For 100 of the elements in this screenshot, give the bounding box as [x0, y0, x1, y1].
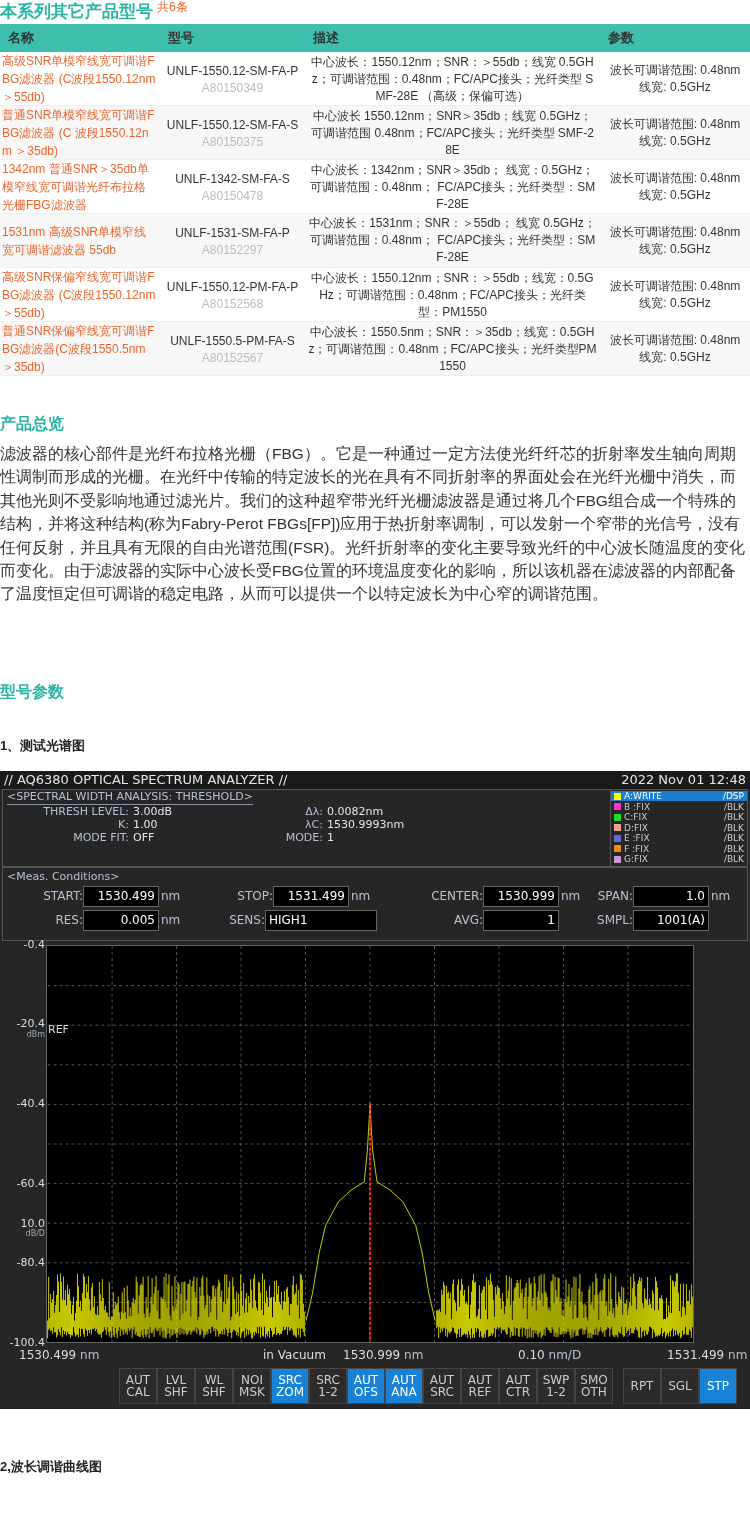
run-key-button[interactable]: STP — [699, 1367, 737, 1404]
parameter-label: K: — [117, 817, 129, 831]
condition-value-field[interactable]: 0.005 — [83, 909, 159, 931]
model-number: UNLF-1550.12-SM-FA-S — [166, 117, 299, 134]
unit-label: nm — [710, 888, 732, 906]
section-heading: 型号参数 — [0, 681, 65, 702]
x-tick-label: 1530.499 nm — [19, 1346, 100, 1363]
y-tick-label: -100.4 — [9, 1336, 45, 1349]
soft-key-button[interactable]: NOI MSK — [233, 1367, 271, 1404]
condition-value-field[interactable]: 1.0 — [633, 885, 709, 907]
condition-label: SPAN: — [596, 888, 633, 906]
column-header: 名称 — [7, 29, 35, 48]
medium-label: in Vacuum — [263, 1346, 326, 1363]
condition-value-field[interactable]: 1001(A) — [633, 909, 709, 931]
product-name-link[interactable]: 1342nm 普通SNR＞35db单模窄线宽可调谐光纤布拉格光栅FBG滤波器 — [0, 160, 160, 214]
parameter-label: MODE: — [284, 830, 323, 844]
soft-key-button[interactable]: AUT REF — [461, 1367, 499, 1404]
soft-key-button[interactable]: SRC ZOM — [271, 1367, 309, 1404]
product-name-link[interactable]: 高级SNR保偏窄线宽可调谐FBG滤波器 (C波段1550.12nm ＞55db) — [0, 268, 160, 322]
parameter-value: OFF — [133, 830, 156, 844]
unit-label: nm — [560, 888, 582, 906]
subheading: 1、测试光谱图 — [0, 736, 87, 755]
soft-key-button[interactable]: AUT CAL — [119, 1367, 157, 1404]
section-heading: 产品总览 — [0, 414, 65, 434]
parameter-text: 线宽: 0.5GHz — [639, 240, 711, 258]
y-scale-label: 10.0 — [20, 1217, 45, 1230]
parameter-text: 线宽: 0.5GHz — [639, 187, 711, 204]
trace-legend-item[interactable]: D:FIX /BLK — [611, 822, 747, 833]
count-label: 共6条 — [157, 0, 188, 14]
soft-key-button[interactable]: SMO OTH — [575, 1367, 613, 1404]
unit-label: nm — [160, 912, 182, 930]
product-code: A80152568 — [201, 296, 264, 312]
description-text: 中心波长：1531nm；SNR：＞55db； 线宽 0.5GHz；可调谐范围：0.48nm； FC/APC接头；光纤类型：SMF-28E — [308, 215, 597, 266]
condition-value-field[interactable]: 1530.499 — [83, 885, 159, 907]
condition-label: START: — [42, 888, 83, 906]
parameter-text: 波长可调谐范围: 0.48nm — [609, 223, 741, 241]
trace-legend-item[interactable]: G:FIX /BLK — [611, 853, 747, 865]
condition-label: SENS: — [228, 912, 265, 930]
parameter-text: 线宽: 0.5GHz — [639, 349, 711, 366]
model-number: UNLF-1550.12-PM-FA-P — [166, 279, 299, 296]
description-text: 中心波长 1550.12nm；SNR＞35db；线宽 0.5GHz；可调谐范围 0.48nm；FC/APC接头；光纤类型 SMF-28E — [310, 107, 595, 159]
product-name-link[interactable]: 高级SNR单模窄线宽可调谐FBG滤波器 (C波段1550.12nm ＞55db) — [0, 52, 160, 106]
date-time: 2022 Nov 01 12:48 — [621, 771, 746, 790]
soft-key-button[interactable]: LVL SHF — [157, 1367, 195, 1404]
soft-key-button[interactable]: AUT CTR — [499, 1367, 537, 1404]
description-text: 中心波长：1342nm；SNR＞35db； 线宽：0.5GHz；可调谐范围：0.48nm； FC/APC接头；光纤类型：SMF-28E — [308, 161, 597, 213]
column-header: 参数 — [607, 29, 635, 48]
run-key-button[interactable]: RPT — [623, 1367, 661, 1404]
description-text: 中心波长：1550.5nm；SNR：＞35db；线宽：0.5GHz；可调谐范围：0.48nm；FC/APC接头；光纤类型PM1550 — [307, 323, 598, 375]
unit-label: nm — [160, 888, 182, 906]
model-number: UNLF-1531-SM-FA-P — [175, 224, 290, 242]
section-title: 本系列其它产品型号 — [0, 1, 153, 23]
run-key-button[interactable]: SGL — [661, 1367, 699, 1404]
model-number: UNLF-1550.12-SM-FA-P — [166, 63, 299, 80]
unit-label: nm — [350, 888, 372, 906]
product-code: A80150375 — [201, 134, 264, 150]
condition-label: AVG: — [453, 912, 483, 930]
model-number: UNLF-1550.5-PM-FA-S — [170, 333, 295, 350]
overview-paragraph: 滤波器的核心部件是光纤布拉格光栅（FBG）。它是一种通过一定方法使光纤纤芯的折射率发生轴向周期性调制而形成的光栅。在光纤中传输的特定波长的光在具有不同折射率的界面处会在光纤光栅中消失，而其他光则不受影响地通过滤光片。我们的这种超窄带光纤光栅滤波器是通过将几个FBG组合成一个特殊的结构，并将这种结构(称为Fabry-Perot FBGs[FP])应用于热折射率调制，可以发射一个窄带的光信号，没有任何反射，并且具有无限的自由光谱范围(FSR)。光纤折射率的变化主要导致光纤的中心波长随温度的变化而变化。由于滤波器的实际中心波长受FBG位置的环境温度变化的影响，所以该机器在滤波器的内部配备了温度恒定但可调谐的稳定电路，从而可以提供一个以特定波长为中心窄的调谐范围。 — [0, 444, 747, 605]
trace-legend-item[interactable]: B :FIX /BLK — [611, 801, 747, 812]
condition-value-field[interactable]: 1 — [483, 909, 559, 931]
parameter-text: 线宽: 0.5GHz — [639, 133, 711, 150]
condition-label: RES: — [54, 912, 83, 930]
x-tick-label: 1531.499 nm — [667, 1346, 748, 1363]
trace-legend-item[interactable]: F :FIX /BLK — [611, 843, 747, 854]
soft-key-button[interactable]: AUT ANA — [385, 1367, 423, 1404]
parameter-value: 1.00 — [133, 817, 159, 831]
model-number: UNLF-1342-SM-FA-S — [175, 171, 290, 188]
parameter-label: THRESH LEVEL: — [42, 804, 129, 818]
soft-key-button[interactable]: SRC 1-2 — [309, 1367, 347, 1404]
description-text: 中心波长：1550.12nm；SNR：＞55db；线宽 0.5GHz；可调谐范围：0.48nm；FC/APC接头；光纤类型 SMF-28E （高级；保偏可选） — [310, 53, 595, 105]
condition-value-field[interactable]: 1531.499 — [273, 885, 349, 907]
parameter-label: MODE FIT: — [72, 830, 129, 844]
soft-key-button[interactable]: AUT OFS — [347, 1367, 385, 1404]
soft-key-button[interactable]: AUT SRC — [423, 1367, 461, 1404]
trace-legend-item[interactable]: C:FIX /BLK — [611, 811, 747, 823]
conditions-title: <Meas. Conditions> — [7, 868, 120, 885]
x-scale-label: 0.10 nm/D — [518, 1346, 582, 1363]
y-scale-unit: dB/D — [25, 1229, 45, 1238]
y-tick-label: -20.4 — [16, 1018, 45, 1031]
soft-key-button[interactable]: WL SHF — [195, 1367, 233, 1404]
x-tick-label: 1530.999 nm — [343, 1346, 424, 1363]
parameter-value: 1 — [327, 830, 335, 844]
trace-legend-item[interactable]: E :FIX /BLK — [611, 832, 747, 844]
condition-value-field[interactable]: HIGH1 — [265, 909, 377, 931]
parameter-value: 0.0082nm — [327, 804, 385, 818]
trace-legend-item[interactable]: A:WRITE /DSP — [611, 790, 747, 802]
parameter-text: 波长可调谐范围: 0.48nm — [609, 170, 741, 187]
parameter-text: 波长可调谐范围: 0.48nm — [609, 116, 741, 133]
condition-label: SMPL: — [596, 912, 633, 930]
parameter-value: 3.00dB — [133, 804, 174, 818]
product-code: A80152567 — [201, 350, 264, 366]
column-header: 描述 — [312, 29, 340, 48]
condition-value-field[interactable]: 1530.999 — [483, 885, 559, 907]
soft-key-button[interactable]: SWP 1-2 — [537, 1367, 575, 1404]
analysis-title: <SPECTRAL WIDTH ANALYSIS: THRESHOLD> — [7, 789, 253, 805]
condition-label: CENTER: — [430, 888, 483, 906]
parameter-label: λC: — [304, 817, 323, 831]
parameter-text: 波长可调谐范围: 0.48nm — [609, 62, 741, 79]
product-code: A80152297 — [201, 241, 264, 258]
